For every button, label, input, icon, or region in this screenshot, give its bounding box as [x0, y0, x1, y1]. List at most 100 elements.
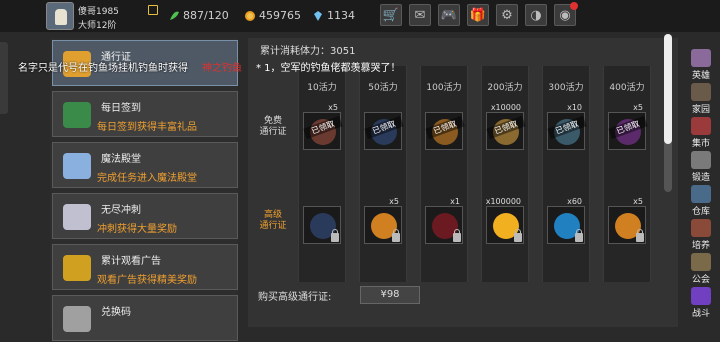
- side-nav-label: 家园: [691, 105, 710, 115]
- buy-premium-button[interactable]: ¥98: [360, 286, 420, 304]
- magic-crystal-icon: [57, 147, 97, 185]
- hero-icon: [691, 49, 711, 67]
- side-nav-training[interactable]: 培养: [686, 218, 716, 251]
- column-header: 300活力: [548, 83, 584, 93]
- reward-column: [603, 66, 651, 282]
- side-nav-label: 战斗: [691, 309, 710, 319]
- gems-value: 1134: [327, 9, 355, 22]
- reward-count: x5: [633, 103, 643, 112]
- edit-icon[interactable]: [148, 5, 158, 15]
- menu-item-3[interactable]: 无尽冲刺冲刺获得大量奖励: [52, 193, 238, 239]
- player-avatar[interactable]: [46, 2, 74, 30]
- fishing-tip-highlight: 神之钓鱼: [202, 63, 242, 74]
- reward-column: [542, 66, 590, 282]
- premium-reward-cell[interactable]: x5: [608, 197, 646, 244]
- shopping-cart-button[interactable]: 🛒: [380, 4, 402, 26]
- collapse-handle[interactable]: [0, 42, 8, 114]
- buy-premium-row: 购买高级通行证: ¥98: [258, 284, 448, 306]
- menu-item-5[interactable]: 兑换码: [52, 295, 238, 341]
- event-menu: 通行证 每日签到 每日签到获得丰富礼品 魔法殿堂 完成任务进入魔法殿堂 无尽冲刺 冲刺获得大…: [50, 38, 238, 341]
- fishing-tip-tail: * 1，空军的钓鱼佬都羡慕哭了！: [256, 63, 401, 74]
- reward-count: x100000: [485, 197, 521, 206]
- reward-column: [298, 66, 346, 282]
- redeem-icon: [57, 300, 97, 338]
- side-nav-label: 仓库: [691, 207, 710, 217]
- chrome-button[interactable]: ◉: [554, 2, 578, 26]
- side-nav-hero[interactable]: 英雄: [686, 48, 716, 81]
- column-header: 50活力: [368, 83, 398, 93]
- free-reward-cell[interactable]: x10000 已领取: [486, 103, 526, 150]
- side-nav-guild[interactable]: 公会: [686, 252, 716, 285]
- menu-title: 每日签到: [101, 103, 141, 114]
- free-reward-cell[interactable]: x10 已领取: [547, 103, 587, 150]
- menu-title: 累计观看广告: [101, 256, 161, 267]
- anvil-icon: [691, 151, 711, 169]
- lock-icon: [331, 229, 339, 242]
- reward-count: x5: [328, 103, 338, 112]
- side-nav-home[interactable]: 家园: [686, 82, 716, 115]
- market-icon: [691, 117, 711, 135]
- menu-subtitle: 冲刺获得大量奖励: [97, 224, 177, 235]
- menu-item-4[interactable]: 累计观看广告观看广告获得精美奖励: [52, 244, 238, 290]
- mail-button[interactable]: ✉: [409, 4, 431, 26]
- guild-icon: [691, 253, 711, 271]
- reward-count: x1: [450, 197, 460, 206]
- gamepad-icon: 🎮: [440, 7, 458, 23]
- scrollbar-thumb[interactable]: [664, 34, 672, 144]
- side-nav-label: 公会: [691, 275, 710, 285]
- gem-icon: [312, 10, 324, 22]
- menu-subtitle: 完成任务进入魔法殿堂: [97, 173, 197, 184]
- premium-reward-cell[interactable]: [303, 206, 341, 244]
- reward-count: x60: [567, 197, 582, 206]
- settings-gear-button[interactable]: ⚙: [496, 4, 518, 26]
- home-icon: [691, 83, 711, 101]
- side-nav: 英雄家园 集市 锻造仓库 培养公会战斗: [684, 48, 718, 320]
- reward-column: [481, 66, 529, 282]
- menu-title: 魔法殿堂: [101, 154, 141, 165]
- menu-title: 无尽冲刺: [101, 205, 141, 216]
- color-wheel-button[interactable]: ◑: [525, 4, 547, 26]
- training-icon: [691, 219, 711, 237]
- coin-icon: [244, 10, 256, 22]
- premium-reward-cell[interactable]: x60: [547, 197, 585, 244]
- reward-column: [420, 66, 468, 282]
- free-reward-cell[interactable]: x5 已领取: [608, 103, 648, 150]
- column-header: 400活力: [609, 83, 645, 93]
- gift-button[interactable]: 🎁: [467, 4, 489, 26]
- side-nav-label: 英雄: [691, 71, 710, 81]
- shopping-cart-icon: 🛒: [382, 7, 400, 23]
- menu-item-1[interactable]: 每日签到 每日签到获得丰富礼品: [52, 91, 238, 137]
- settings-gear-icon: ⚙: [501, 7, 513, 23]
- menu-item-2[interactable]: 魔法殿堂完成任务进入魔法殿堂: [52, 142, 238, 188]
- chrome-icon: ◉: [559, 7, 571, 23]
- side-nav-warehouse[interactable]: 仓库: [686, 184, 716, 217]
- gamepad-button[interactable]: 🎮: [438, 4, 460, 26]
- side-nav-battle-portal[interactable]: 战斗: [686, 286, 716, 319]
- lock-icon: [636, 229, 644, 242]
- stamina-value: 887/120: [183, 9, 229, 22]
- gold-chest-icon: [57, 249, 97, 287]
- premium-reward-cell[interactable]: x1: [425, 197, 463, 244]
- gems-stat: 1134: [312, 9, 355, 22]
- premium-pass-label: 高级 通行证: [259, 210, 287, 231]
- gift-icon: 🎁: [469, 7, 487, 23]
- menu-subtitle: 观看广告获得精美奖励: [97, 275, 197, 286]
- free-reward-cell[interactable]: x5 已领取: [303, 103, 343, 150]
- free-reward-cell[interactable]: 已领取: [364, 112, 404, 150]
- side-nav-anvil[interactable]: 锻造: [686, 150, 716, 183]
- free-reward-cell[interactable]: 已领取: [425, 112, 465, 150]
- lock-icon: [575, 229, 583, 242]
- reward-count: x10000: [490, 103, 521, 112]
- premium-reward-cell[interactable]: x5: [364, 197, 402, 244]
- color-wheel-icon: ◑: [530, 7, 542, 23]
- lock-icon: [453, 229, 461, 242]
- warehouse-icon: [691, 185, 711, 203]
- column-header: 100活力: [426, 83, 462, 93]
- premium-reward-cell[interactable]: x100000: [486, 197, 524, 244]
- reward-count: x5: [389, 197, 399, 206]
- lock-icon: [392, 229, 400, 242]
- coins-value: 459765: [259, 9, 301, 22]
- side-nav-market[interactable]: 集市: [686, 116, 716, 149]
- scrollbar[interactable]: [664, 34, 672, 192]
- notification-dot: [570, 2, 578, 10]
